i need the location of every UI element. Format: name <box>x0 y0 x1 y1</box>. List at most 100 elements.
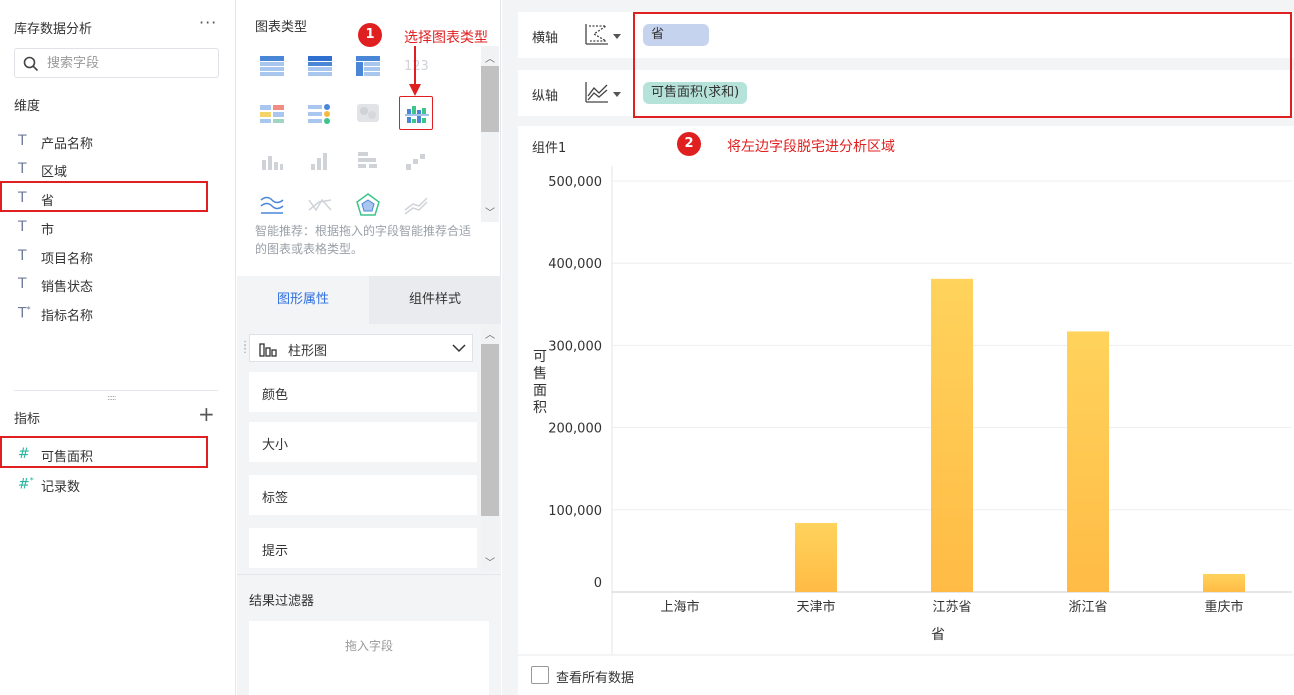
bar <box>795 522 837 592</box>
filter-drop-zone[interactable]: 拖入字段 <box>249 621 489 695</box>
bar-chart: 0 100,000 200,000 300,000 400,000 500,000 上海市 天… <box>533 166 1292 654</box>
tab-component-style[interactable]: 组件样式 <box>369 276 501 324</box>
dimension-field-region[interactable]: T 区域 <box>0 156 236 184</box>
grouped-bar-chart-icon[interactable] <box>399 96 433 130</box>
field-panel: 库存数据分析 ··· 维度 T 产品名称 T 区域 T 省 T 市 T 项目名称… <box>0 0 236 695</box>
property-color[interactable]: 颜色 <box>249 372 477 412</box>
bar <box>931 278 973 592</box>
search-box <box>14 48 219 78</box>
y-axis-title: 可售面积 <box>533 349 547 416</box>
stacked-bar-chart-icon[interactable] <box>303 144 337 178</box>
step-2-badge: 2 <box>677 132 701 156</box>
x-axis-title: 省 <box>931 627 945 643</box>
highlight-axis-drop-area <box>633 12 1292 118</box>
x-tick-label: 江苏省 <box>932 599 971 615</box>
property-scrollbar[interactable]: ︿ ﹀ <box>481 324 499 572</box>
more-options-icon[interactable]: ··· <box>199 13 217 32</box>
detail-table-icon[interactable] <box>255 48 289 82</box>
property-label: 标签 <box>262 491 289 506</box>
scatter-line-chart-icon[interactable] <box>303 188 337 222</box>
text-field-icon: T <box>18 133 27 149</box>
dimension-field-project-name[interactable]: T 项目名称 <box>0 243 236 271</box>
heatmap-icon[interactable] <box>351 96 385 130</box>
chart-footer: 查看所有数据 <box>518 656 1294 695</box>
dimensions-title: 维度 <box>14 99 41 114</box>
search-icon <box>23 56 39 72</box>
search-input[interactable] <box>47 53 212 73</box>
scroll-down-icon[interactable]: ﹀ <box>485 554 495 569</box>
area-chart-icon[interactable] <box>399 188 433 222</box>
chevron-down-icon <box>452 344 466 353</box>
field-label: 市 <box>41 223 55 238</box>
dimension-field-indicator-name[interactable]: T* 指标名称 <box>0 300 236 328</box>
metrics-title: 指标 <box>14 412 41 427</box>
horizontal-bar-chart-icon[interactable] <box>351 144 385 178</box>
chart-type-grid: 123 <box>255 48 481 223</box>
dimension-field-product-name[interactable]: T 产品名称 <box>0 128 236 156</box>
panel-splitter[interactable] <box>14 390 218 391</box>
chart-type-select[interactable]: 柱形图 <box>249 334 473 362</box>
x-axis-label: 横轴 <box>532 31 559 46</box>
filter-drop-placeholder: 拖入字段 <box>344 639 393 653</box>
x-axis-sort-icon[interactable] <box>584 22 610 46</box>
field-label: 记录数 <box>41 480 81 495</box>
drag-grip-icon[interactable]: ::::: <box>107 393 125 402</box>
y-tick-label: 300,000 <box>548 339 602 354</box>
y-tick-label: 200,000 <box>548 422 602 437</box>
indicator-list-icon[interactable] <box>303 96 337 130</box>
text-field-icon: T <box>18 276 27 292</box>
bar <box>1203 573 1245 592</box>
metric-field-record-count[interactable]: #* 记录数 <box>0 471 236 499</box>
chart-type-scrollbar[interactable]: ︿ ﹀ <box>481 46 499 222</box>
cross-table-icon[interactable] <box>351 48 385 82</box>
y-axis-label: 纵轴 <box>532 89 559 104</box>
bar <box>1067 331 1109 592</box>
group-table-icon[interactable] <box>303 48 337 82</box>
dimension-field-sales-status[interactable]: T 销售状态 <box>0 271 236 299</box>
view-all-data-label: 查看所有数据 <box>556 671 635 686</box>
step-1-note: 选择图表类型 <box>404 30 488 46</box>
x-tick-label: 天津市 <box>796 599 835 615</box>
chart-config-panel: 图表类型 123 ︿ ﹀ 智能推荐：根据拖入的字段智能推荐合适的图表或表格类型。… <box>237 0 501 695</box>
x-axis-dropdown-icon[interactable] <box>613 34 621 39</box>
text-field-icon: T <box>18 219 27 235</box>
smart-recommend-tip: 智能推荐：根据拖入的字段智能推荐合适的图表或表格类型。 <box>255 224 472 256</box>
y-axis-dropdown-icon[interactable] <box>613 92 621 97</box>
scrollbar-thumb[interactable] <box>481 344 499 516</box>
y-axis-sort-icon[interactable] <box>584 80 610 104</box>
radar-chart-icon[interactable] <box>351 188 385 222</box>
field-label: 区域 <box>41 165 68 180</box>
dataset-title: 库存数据分析 <box>14 22 93 37</box>
property-tooltip[interactable]: 提示 <box>249 528 477 568</box>
calculated-number-field-icon: #* <box>18 476 34 493</box>
text-field-icon: T <box>18 161 27 177</box>
scrollbar-thumb[interactable] <box>481 66 499 132</box>
calculated-text-field-icon: T* <box>18 305 31 322</box>
property-label: 颜色 <box>262 388 289 403</box>
property-tabs: 图形属性 组件样式 <box>237 276 501 324</box>
field-label: 指标名称 <box>41 309 94 324</box>
scroll-up-icon[interactable]: ︿ <box>485 326 495 341</box>
dimension-field-city[interactable]: T 市 <box>0 214 236 242</box>
property-size[interactable]: 大小 <box>249 422 477 462</box>
property-label: 提示 <box>262 544 289 559</box>
property-label-setting[interactable]: 标签 <box>249 475 477 515</box>
kpi-card-icon[interactable] <box>255 96 289 130</box>
scroll-up-icon[interactable]: ︿ <box>485 50 495 65</box>
chart-type-title: 图表类型 <box>255 20 308 35</box>
tab-graph-properties[interactable]: 图形属性 <box>237 276 369 324</box>
field-label: 产品名称 <box>41 137 94 152</box>
chart-type-value: 柱形图 <box>288 344 328 359</box>
waterfall-chart-icon[interactable] <box>399 144 433 178</box>
y-tick-label: 100,000 <box>548 504 602 519</box>
y-tick-label: 0 <box>594 576 602 591</box>
result-filter-area: 结果过滤器 拖入字段 <box>237 574 501 695</box>
add-metric-icon[interactable]: + <box>198 402 215 426</box>
view-all-data-checkbox[interactable] <box>531 666 549 684</box>
y-tick-label: 400,000 <box>548 257 602 272</box>
scroll-down-icon[interactable]: ﹀ <box>485 204 495 219</box>
x-tick-label: 上海市 <box>660 599 699 615</box>
bar-chart-icon[interactable] <box>255 144 289 178</box>
line-chart-icon[interactable] <box>255 188 289 222</box>
x-tick-label: 重庆市 <box>1204 599 1243 615</box>
